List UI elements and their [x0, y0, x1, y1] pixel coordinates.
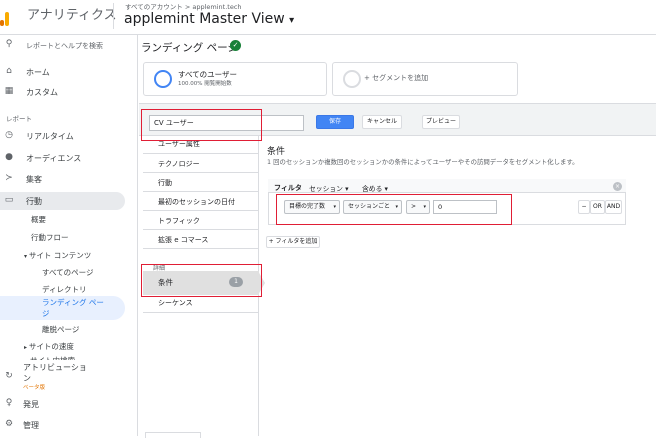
sidebar-item-acquisition[interactable]: 集客	[26, 174, 42, 185]
sidebar-item-attribution[interactable]: アトリビューショ	[23, 362, 87, 373]
segment-name-input[interactable]	[149, 115, 304, 131]
sidebar	[0, 35, 138, 436]
sidebar-item-landing-page[interactable]: ランディング ペー	[42, 297, 104, 308]
segment-ring-icon	[154, 70, 172, 88]
preview-button[interactable]: プレビュー	[422, 115, 460, 129]
metric-dropdown[interactable]: 目標の完了数 ▾	[284, 200, 340, 214]
scope-value: セッションごと	[348, 203, 391, 210]
beta-badge: ベータ版	[23, 385, 46, 391]
sidebar-item-label: サイトの速度	[28, 342, 74, 351]
conditions-title: 条件	[267, 147, 286, 157]
scope-dropdown[interactable]: セッションごと ▾	[343, 200, 402, 214]
dashboard-icon: ▦	[4, 86, 14, 96]
sidebar-item-site-speed[interactable]: ▸ サイトの速度	[24, 341, 74, 352]
person-icon: ●	[5, 152, 13, 162]
sidebar-item-site-search[interactable]: サイト内検索	[30, 355, 75, 360]
behavior-icon: ▭	[4, 195, 14, 205]
verified-check-icon: ✓	[230, 40, 241, 51]
sidebar-item-behavior-flow[interactable]: 行動フロー	[31, 232, 69, 243]
sidebar-item-site-content[interactable]: ▾ サイト コンテンツ	[24, 250, 91, 261]
chevron-down-icon: ▾	[289, 15, 295, 26]
sidebar-item-realtime[interactable]: リアルタイム	[26, 131, 74, 142]
sidebar-item-overview[interactable]: 概要	[31, 214, 46, 225]
nav-conditions-label: 条件	[158, 278, 173, 287]
sidebar-item-discover[interactable]: 発見	[23, 399, 39, 410]
save-button[interactable]: 保存	[316, 115, 354, 129]
lightbulb-icon: ♀	[5, 398, 13, 408]
selected-arrow-icon	[258, 271, 265, 295]
account-breadcrumb[interactable]: すべてのアカウント > applemint.tech	[125, 1, 242, 11]
top-header: アナリティクス すべてのアカウント > applemint.tech apple…	[0, 0, 656, 35]
view-selector[interactable]: applemint Master View ▾	[124, 11, 294, 27]
nav-traffic[interactable]: トラフィック	[143, 211, 259, 230]
nav-behavior[interactable]: 行動	[143, 173, 259, 192]
filter-label: フィルタ	[274, 184, 302, 192]
clock-icon: ◷	[5, 130, 13, 140]
filter-scope-dropdown[interactable]: セッション ▾	[309, 183, 349, 193]
or-button[interactable]: OR	[590, 200, 605, 214]
sidebar-section-reports: レポート	[6, 115, 32, 123]
chevron-down-icon: ▾	[333, 204, 336, 210]
empty-ring-icon	[343, 70, 361, 88]
sidebar-item-admin[interactable]: 管理	[23, 420, 39, 431]
metric-value: 目標の完了数	[289, 203, 326, 210]
operator-dropdown[interactable]: > ▾	[406, 200, 430, 214]
chevron-down-icon: ▾	[395, 204, 398, 210]
sidebar-item-exit-pages[interactable]: 離脱ページ	[42, 324, 79, 335]
analytics-logo-icon[interactable]	[0, 2, 14, 26]
remove-condition-button[interactable]: −	[578, 200, 590, 214]
nav-technology[interactable]: テクノロジー	[143, 154, 259, 173]
attribution-icon: ↻	[5, 371, 13, 381]
sidebar-item-label: サイト コンテンツ	[28, 251, 92, 260]
bottom-scroll-indicator	[145, 432, 201, 438]
conditions-count-badge: 1	[229, 277, 243, 287]
sidebar-item-all-pages[interactable]: すべてのページ	[42, 267, 94, 278]
nav-active-highlight	[0, 192, 125, 210]
operator-value: >	[411, 203, 417, 210]
app-name: アナリティクス	[27, 8, 117, 23]
gear-icon: ⚙	[4, 419, 14, 429]
cancel-button[interactable]: キャンセル	[362, 115, 402, 129]
value-input[interactable]	[433, 200, 497, 214]
header-divider	[113, 3, 114, 29]
sidebar-item-landing-page-line2[interactable]: ジ	[42, 308, 50, 319]
nav-sequences[interactable]: シーケンス	[143, 295, 259, 313]
sidebar-search[interactable]: レポートとヘルプを検索	[26, 41, 103, 51]
conditions-description: 1 回のセッションか複数回のセッションかの条件によってユーザーやその訪問データを…	[267, 158, 579, 166]
add-segment-label[interactable]: + セグメントを追加	[364, 73, 428, 83]
search-icon[interactable]: ⚲	[3, 39, 15, 49]
nav-enhanced-ecommerce[interactable]: 拡張 e コマース	[143, 230, 259, 249]
and-button[interactable]: AND	[605, 200, 622, 214]
filter-include-dropdown[interactable]: 含める ▾	[362, 183, 388, 193]
home-icon: ⌂	[6, 66, 12, 76]
sidebar-item-custom[interactable]: カスタム	[26, 87, 58, 98]
acquisition-icon: ≻	[5, 173, 13, 183]
nav-demographics[interactable]: ユーザー属性	[143, 136, 259, 154]
sidebar-item-audience[interactable]: オーディエンス	[26, 153, 81, 164]
view-name: applemint Master View	[124, 11, 285, 27]
sidebar-item-home[interactable]: ホーム	[26, 67, 50, 78]
close-icon[interactable]: ×	[613, 182, 622, 191]
page-title: ランディング ページ	[141, 42, 238, 54]
add-filter-button[interactable]: + フィルタを追加	[266, 236, 320, 248]
chevron-down-icon: ▾	[423, 204, 426, 210]
nav-first-session-date[interactable]: 最初のセッションの日付	[143, 192, 259, 211]
segment-subtitle: 100.00% 閲覧開始数	[178, 81, 232, 87]
sidebar-item-directory[interactable]: ディレクトリ	[42, 284, 86, 295]
sidebar-item-behavior[interactable]: 行動	[26, 196, 42, 207]
